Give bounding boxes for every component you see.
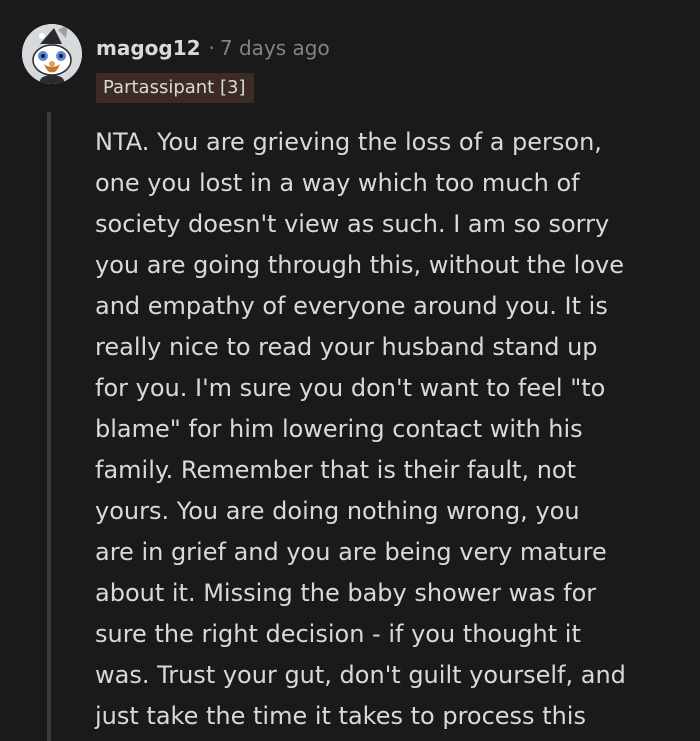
- timestamp[interactable]: 7 days ago: [220, 36, 330, 60]
- comment-meta: magog12 · 7 days ago: [96, 30, 330, 66]
- meta-separator: ·: [208, 36, 215, 60]
- comment-body: NTA. You are grieving the loss of a pers…: [95, 128, 626, 730]
- comment: magog12 · 7 days ago Partassipant [3] NT…: [0, 0, 700, 741]
- user-flair: Partassipant [3]: [96, 73, 255, 103]
- thread-collapse-line[interactable]: [47, 112, 51, 741]
- snoo-avatar-icon: [22, 24, 82, 84]
- user-avatar[interactable]: [22, 24, 82, 84]
- username-link[interactable]: magog12: [96, 36, 201, 60]
